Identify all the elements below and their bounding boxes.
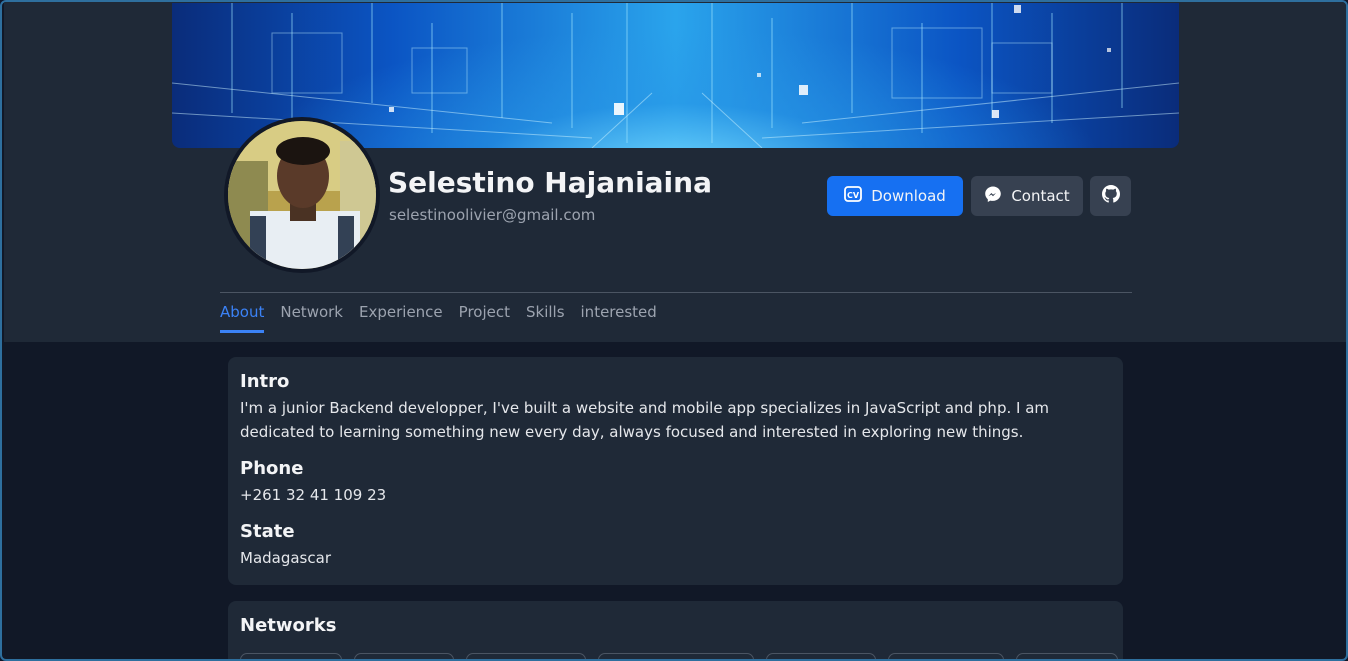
- intro-text: I'm a junior Backend developper, I've bu…: [240, 399, 1049, 441]
- state-heading: State: [240, 521, 295, 542]
- header-divider: [220, 292, 1132, 293]
- profile-email: selestinoolivier@gmail.com: [389, 206, 596, 224]
- messenger-icon: [984, 185, 1002, 207]
- cv-icon: CV: [844, 185, 863, 207]
- network-link[interactable]: [1016, 653, 1118, 659]
- tab-about[interactable]: About: [220, 303, 265, 333]
- github-icon: [1101, 185, 1120, 207]
- avatar: [224, 117, 380, 273]
- tab-project[interactable]: Project: [459, 303, 510, 333]
- contact-label: Contact: [1011, 187, 1070, 205]
- github-button[interactable]: [1090, 176, 1131, 216]
- svg-text:CV: CV: [847, 191, 860, 200]
- state-value: Madagascar: [240, 549, 331, 567]
- contact-button[interactable]: Contact: [971, 176, 1083, 216]
- download-label: Download: [871, 187, 946, 205]
- intro-heading: Intro: [240, 371, 290, 392]
- tab-skills[interactable]: Skills: [526, 303, 565, 333]
- profile-tabs: About Network Experience Project Skills …: [220, 303, 657, 333]
- network-link[interactable]: [598, 653, 754, 659]
- networks-card: Networks: [228, 601, 1123, 659]
- app-window: Selestino Hajaniaina selestinoolivier@gm…: [0, 0, 1348, 661]
- tab-network[interactable]: Network: [280, 303, 343, 333]
- network-link[interactable]: [466, 653, 586, 659]
- network-links: [240, 653, 1118, 659]
- profile-name: Selestino Hajaniaina: [388, 166, 712, 199]
- avatar-photo: [228, 121, 376, 269]
- network-link[interactable]: [240, 653, 342, 659]
- networks-heading: Networks: [240, 615, 337, 636]
- network-link[interactable]: [766, 653, 876, 659]
- about-card: Intro I'm a junior Backend developper, I…: [228, 357, 1123, 585]
- tab-experience[interactable]: Experience: [359, 303, 443, 333]
- tab-interested[interactable]: interested: [581, 303, 657, 333]
- phone-heading: Phone: [240, 458, 304, 479]
- phone-value: +261 32 41 109 23: [240, 486, 387, 504]
- network-link[interactable]: [888, 653, 1004, 659]
- download-cv-button[interactable]: CV Download: [827, 176, 963, 216]
- network-link[interactable]: [354, 653, 454, 659]
